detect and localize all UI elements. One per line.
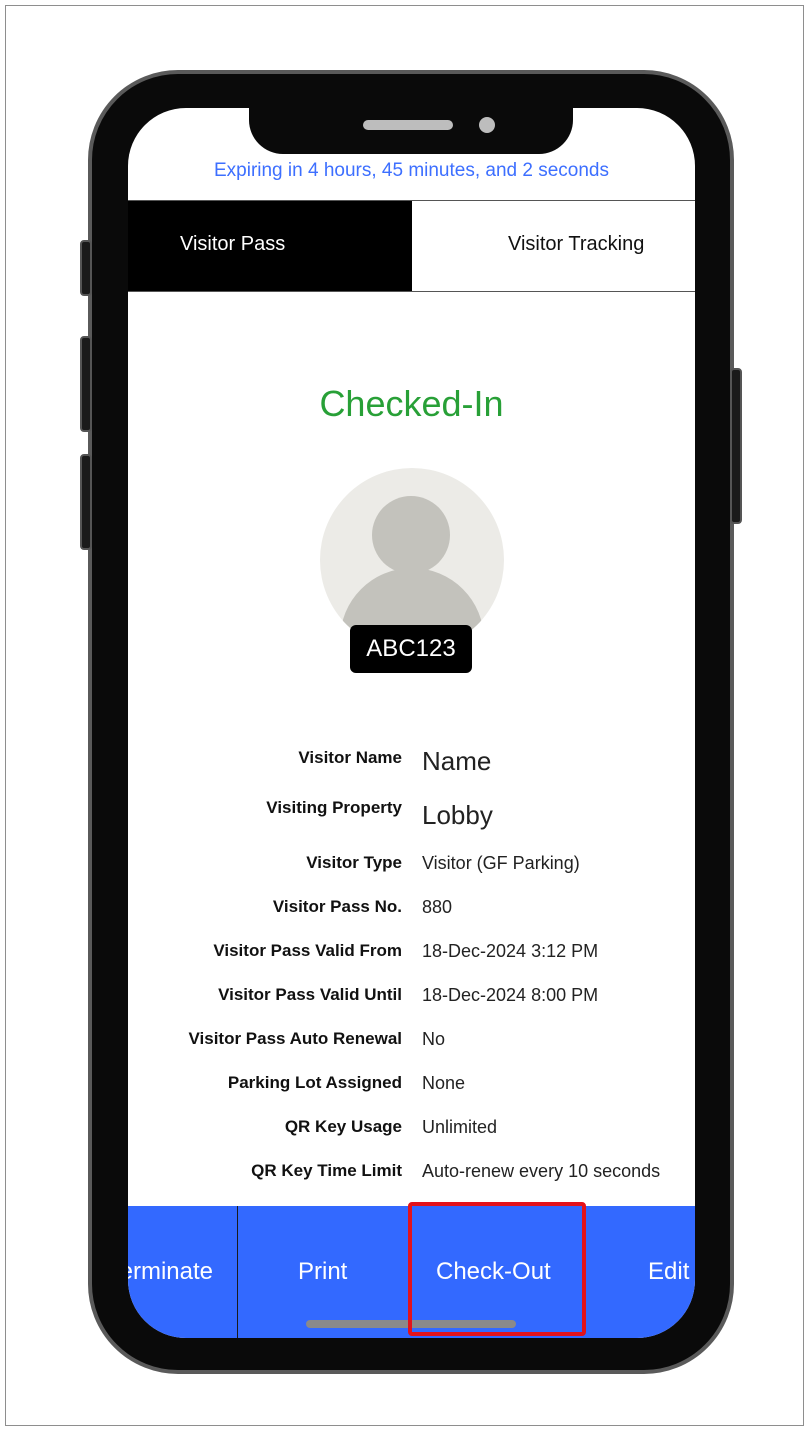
volume-down-button — [80, 454, 92, 550]
detail-label: Visitor Pass No. — [272, 897, 402, 916]
detail-label: Visitor Type — [306, 853, 402, 872]
detail-value: 18-Dec-2024 8:00 PM — [422, 985, 599, 1005]
power-button — [730, 368, 742, 524]
detail-label: Parking Lot Assigned — [227, 1073, 402, 1092]
detail-value: Lobby — [422, 800, 493, 830]
check-out-highlight — [408, 1202, 586, 1336]
detail-value: None — [422, 1073, 466, 1093]
detail-value: No — [422, 1029, 446, 1049]
detail-label: Visitor Name — [298, 748, 402, 767]
edit-button[interactable]: Edit — [586, 1206, 695, 1338]
phone-notch — [249, 106, 573, 154]
detail-label: Visitor Pass Auto Renewal — [188, 1029, 402, 1048]
volume-up-button — [80, 336, 92, 432]
detail-value: 18-Dec-2024 3:12 PM — [422, 941, 599, 961]
phone-screen: Expiring in 4 hours, 45 minutes, and 2 s… — [128, 108, 695, 1338]
visitor-details: Visitor Name Name Visiting Property Lobb… — [128, 108, 695, 1338]
terminate-button[interactable]: Terminate — [128, 1206, 238, 1338]
terminate-button-label: Terminate — [128, 1258, 213, 1285]
print-button-label: Print — [298, 1258, 348, 1285]
detail-label: QR Key Time Limit — [251, 1161, 402, 1180]
detail-label: Visitor Pass Valid From — [213, 941, 402, 960]
detail-label: Visiting Property — [266, 798, 402, 817]
mute-switch — [80, 240, 92, 296]
detail-value: 880 — [422, 897, 453, 917]
detail-label: Visitor Pass Valid Until — [218, 985, 402, 1004]
detail-value: Auto-renew every 10 seconds — [422, 1161, 661, 1181]
edit-button-label: Edit — [648, 1258, 690, 1285]
detail-label: QR Key Usage — [284, 1117, 402, 1136]
print-button[interactable]: Print — [238, 1206, 408, 1338]
detail-value: Visitor (GF Parking) — [422, 853, 580, 873]
detail-value: Unlimited — [422, 1117, 498, 1137]
speaker-icon — [363, 120, 453, 130]
camera-icon — [479, 117, 495, 133]
detail-value: Name — [422, 746, 492, 776]
